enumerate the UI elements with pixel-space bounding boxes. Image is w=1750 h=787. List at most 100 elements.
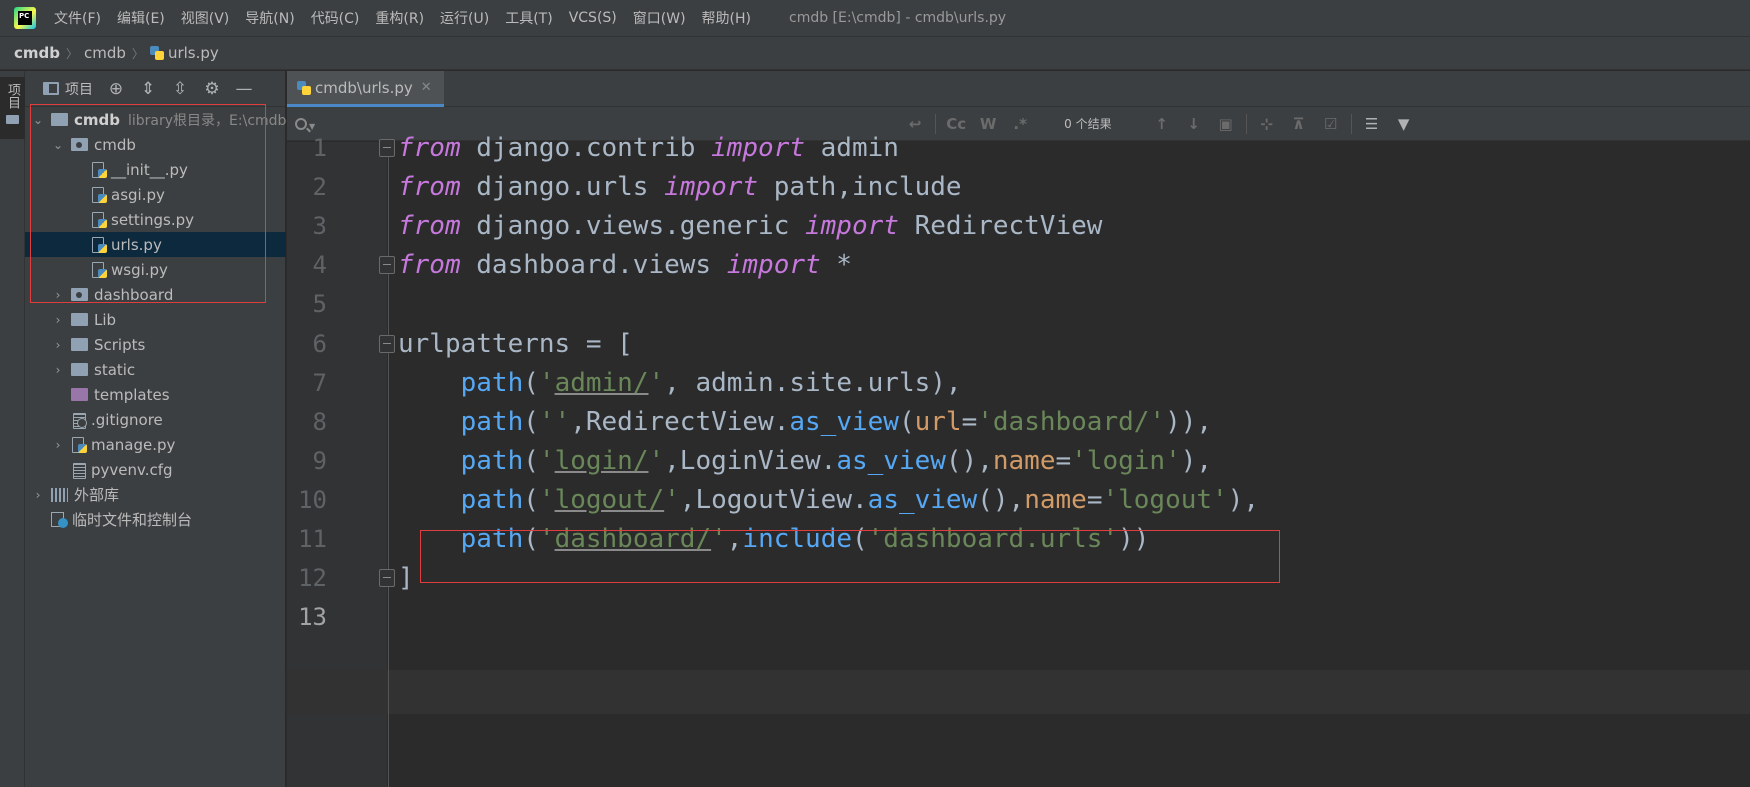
line-number: 4 — [312, 251, 327, 279]
line-number: 1 — [312, 134, 327, 162]
menu-vcs[interactable]: VCS(S) — [569, 10, 617, 26]
tree-item-label: cmdb — [94, 135, 136, 154]
fold-icon[interactable] — [379, 139, 395, 157]
gear-icon[interactable]: ⚙ — [201, 79, 223, 99]
tree-item-hint: library根目录，E:\cmdb — [128, 112, 286, 129]
code-line-9: 9 path('login/',LoginView.as_view(),name… — [287, 439, 1750, 483]
code-line-7: 7 path('admin/', admin.site.urls), — [287, 361, 1750, 405]
tree-item-label: pyvenv.cfg — [91, 460, 173, 479]
menu-code[interactable]: 代码(C) — [311, 8, 360, 28]
folder-icon — [51, 113, 68, 126]
line-number: 3 — [312, 212, 327, 240]
collapse-all-icon[interactable]: ⇳ — [169, 79, 191, 99]
menu-refactor[interactable]: 重构(R) — [375, 8, 424, 28]
line-number: 5 — [312, 290, 327, 318]
menu-navigate[interactable]: 导航(N) — [245, 8, 294, 28]
tree-item-label: static — [94, 360, 136, 379]
tree-item-settings[interactable]: settings.py — [25, 207, 286, 232]
python-file-icon — [91, 161, 107, 178]
fold-icon[interactable] — [379, 256, 395, 274]
tree-item-lib[interactable]: › Lib — [25, 307, 286, 332]
tree-item-manage[interactable]: › manage.py — [25, 432, 286, 457]
tree-item-dashboard[interactable]: › dashboard — [25, 282, 286, 307]
tree-item-label: settings.py — [111, 210, 194, 229]
fold-icon[interactable] — [379, 335, 395, 353]
line-number: 9 — [312, 447, 327, 475]
menu-view[interactable]: 视图(V) — [181, 8, 230, 28]
chevron-right-icon[interactable]: › — [51, 438, 65, 452]
locate-file-icon[interactable]: ⊕ — [105, 79, 127, 99]
line-number: 6 — [312, 330, 327, 358]
package-folder-icon — [71, 288, 88, 301]
chevron-right-icon[interactable]: › — [31, 488, 45, 502]
chevron-right-icon[interactable]: › — [51, 288, 65, 302]
tree-item-init[interactable]: __init__.py — [25, 157, 286, 182]
close-icon[interactable]: ✕ — [421, 80, 432, 95]
menu-file[interactable]: 文件(F) — [54, 8, 101, 28]
code-line-12: 12 ] — [287, 556, 1750, 600]
fold-icon[interactable] — [379, 569, 395, 587]
code-line-8: 8 path('',RedirectView.as_view(url='dash… — [287, 400, 1750, 444]
tree-item-label: Scripts — [94, 335, 146, 354]
python-file-icon — [91, 236, 107, 253]
hide-panel-icon[interactable]: — — [233, 79, 255, 99]
code-line-2: 2 from django.urls import path,include — [287, 165, 1750, 209]
tree-item-label: cmdb — [74, 110, 120, 129]
tree-item-label: templates — [94, 385, 170, 404]
chevron-right-icon[interactable]: › — [51, 313, 65, 327]
project-view-icon — [43, 82, 59, 95]
chevron-right-icon[interactable]: › — [51, 363, 65, 377]
tree-item-cmdb-package[interactable]: ⌄ cmdb — [25, 132, 286, 157]
tree-item-scratches[interactable]: 临时文件和控制台 — [25, 507, 286, 532]
project-tree: ⌄ cmdb library根目录，E:\cmdb ⌄ cmdb __init_… — [25, 107, 286, 532]
line-number: 8 — [312, 408, 327, 436]
tree-item-label: urls.py — [111, 235, 162, 254]
tree-item-label: manage.py — [91, 435, 176, 454]
folder-icon — [71, 363, 88, 376]
tree-item-asgi[interactable]: asgi.py — [25, 182, 286, 207]
project-tool-window-button[interactable]: 项目 — [0, 77, 25, 139]
tree-item-pyvenv[interactable]: pyvenv.cfg — [25, 457, 286, 482]
tree-item-label: asgi.py — [111, 185, 165, 204]
tree-item-scripts[interactable]: › Scripts — [25, 332, 286, 357]
line-number: 13 — [298, 603, 327, 631]
tree-item-static[interactable]: › static — [25, 357, 286, 382]
tool-window-strip: 项目 — [0, 71, 25, 787]
python-file-icon — [149, 46, 164, 60]
tab-urls-py[interactable]: cmdb\urls.py ✕ — [287, 71, 444, 107]
tree-item-templates[interactable]: templates — [25, 382, 286, 407]
breadcrumb: cmdb 〉 cmdb 〉 urls.py — [0, 36, 1750, 70]
menu-tools[interactable]: 工具(T) — [505, 8, 552, 28]
pycharm-logo-icon: PC — [14, 7, 36, 29]
menu-window[interactable]: 窗口(W) — [633, 8, 686, 28]
tree-item-external-libraries[interactable]: › 外部库 — [25, 482, 286, 507]
code-line-4: 4 from dashboard.views import * — [287, 243, 1750, 287]
menu-run[interactable]: 运行(U) — [440, 8, 489, 28]
chevron-right-icon: 〉 — [66, 46, 79, 61]
menu-help[interactable]: 帮助(H) — [702, 8, 751, 28]
window-title: cmdb [E:\cmdb] - cmdb\urls.py — [789, 10, 1007, 26]
tree-item-wsgi[interactable]: wsgi.py — [25, 257, 286, 282]
breadcrumb-package[interactable]: cmdb — [84, 44, 126, 62]
chevron-down-icon[interactable]: ⌄ — [31, 113, 45, 127]
tree-item-urls[interactable]: urls.py — [25, 232, 286, 257]
chevron-right-icon[interactable]: › — [51, 338, 65, 352]
tree-item-label: 临时文件和控制台 — [72, 511, 193, 529]
code-line-10: 10 path('logout/',LogoutView.as_view(),n… — [287, 478, 1750, 522]
tree-item-cmdb-root[interactable]: ⌄ cmdb library根目录，E:\cmdb — [25, 107, 286, 132]
expand-all-icon[interactable]: ⇕ — [137, 79, 159, 99]
tree-item-gitignore[interactable]: .gitignore — [25, 407, 286, 432]
project-panel-title[interactable]: 项目 — [65, 79, 93, 99]
package-folder-icon — [71, 138, 88, 151]
menu-bar: PC 文件(F) 编辑(E) 视图(V) 导航(N) 代码(C) 重构(R) 运… — [0, 0, 1750, 36]
project-panel: 项目 ⊕ ⇕ ⇳ ⚙ — ⌄ cmdb library根目录，E:\cmdb ⌄… — [25, 71, 286, 787]
breadcrumb-project[interactable]: cmdb — [14, 44, 60, 62]
tree-item-label: __init__.py — [111, 160, 188, 179]
line-number: 11 — [298, 525, 327, 553]
python-file-icon — [91, 211, 107, 228]
breadcrumb-file[interactable]: urls.py — [168, 44, 219, 62]
chevron-down-icon[interactable]: ⌄ — [51, 138, 65, 152]
tree-item-label: dashboard — [94, 285, 174, 304]
line-number: 7 — [312, 369, 327, 397]
menu-edit[interactable]: 编辑(E) — [117, 8, 165, 28]
